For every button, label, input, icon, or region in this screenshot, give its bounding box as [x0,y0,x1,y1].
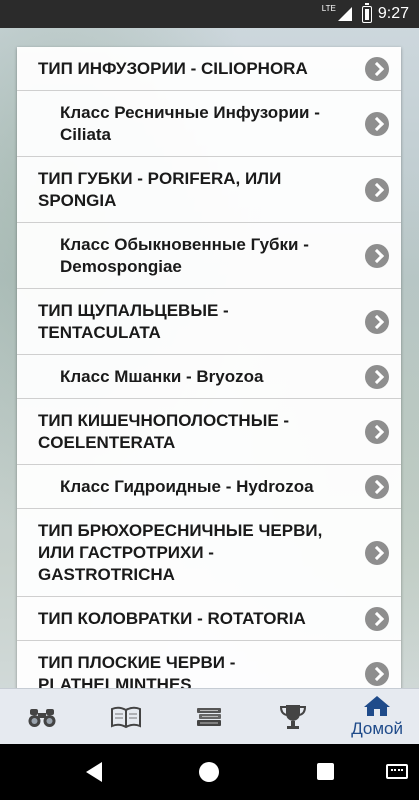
network-type: LTE [321,3,336,13]
list-item[interactable]: ТИП КОЛОВРАТКИ - ROTATORIA [17,597,401,641]
signal-icon [337,7,352,21]
chevron-right-icon [365,661,389,686]
list-item[interactable]: Класс Ресничные Инфузории - Ciliata [17,91,401,157]
list-item-label: Класс Обыкновенные Губки - Demospongiae [60,234,309,276]
tab-home[interactable]: Домой [335,689,419,745]
list-item[interactable]: ТИП ГУБКИ - PORIFERA, ИЛИ SPONGIA [17,157,401,223]
list-item[interactable]: Класс Гидроидные - Hydrozoa [17,465,401,509]
trophy-icon [280,705,307,729]
list-item[interactable]: ТИП ЩУПАЛЬЦЕВЫЕ - TENTACULATA [17,289,401,355]
list-item[interactable]: ТИП КИШЕЧНОПОЛОСТНЫЕ - COELENTERATA [17,399,401,465]
list-item-label: ТИП КИШЕЧНОПОЛОСТНЫЕ - COELENTERATA [38,410,290,452]
list-item-label: Класс Гидроидные - Hydrozoa [60,476,314,496]
books-stack-icon [197,708,222,726]
tab-binoculars[interactable] [0,689,84,745]
tab-trophy[interactable] [251,689,335,745]
home-icon [364,696,391,716]
list-item[interactable]: ТИП ИНФУЗОРИИ - CILIOPHORA [17,47,401,91]
battery-icon [361,2,372,23]
back-icon[interactable] [86,762,102,782]
chevron-right-icon [365,243,389,268]
chevron-right-icon [365,309,389,334]
tab-home-label: Домой [351,719,403,738]
chevron-right-icon [365,56,389,81]
list-item[interactable]: Класс Обыкновенные Губки - Demospongiae [17,223,401,289]
list-item-label: ТИП БРЮХОРЕСНИЧНЫЕ ЧЕРВИ, ИЛИ ГАСТРОТРИХ… [38,520,323,584]
chevron-right-icon [365,364,389,389]
tab-books[interactable] [168,689,252,745]
list-item[interactable]: Класс Мшанки - Bryozoa [17,355,401,399]
list-item-label: ТИП ГУБКИ - PORIFERA, ИЛИ SPONGIA [38,168,282,210]
open-book-icon [110,706,141,729]
list-item-label: Класс Ресничные Инфузории - Ciliata [60,102,320,144]
chevron-right-icon [365,540,389,565]
recent-apps-icon[interactable] [317,763,334,780]
chevron-right-icon [365,606,389,631]
list-item-label: ТИП ЩУПАЛЬЦЕВЫЕ - TENTACULATA [38,300,229,342]
chevron-right-icon [365,419,389,444]
tab-book[interactable] [84,689,168,745]
binoculars-icon [28,709,56,727]
keyboard-icon[interactable] [386,764,408,779]
home-button-icon[interactable] [199,762,219,782]
list-item-label: Класс Мшанки - Bryozoa [60,366,264,386]
list-item-label: ТИП КОЛОВРАТКИ - ROTATORIA [38,608,306,628]
chevron-right-icon [365,474,389,499]
chevron-right-icon [365,177,389,202]
list-item-label: ТИП ИНФУЗОРИИ - CILIOPHORA [38,58,308,78]
taxonomy-list: ТИП ИНФУЗОРИИ - CILIOPHORA Класс Ресничны… [17,47,401,707]
bottom-tab-bar: Домой [0,688,419,745]
list-item[interactable]: ТИП БРЮХОРЕСНИЧНЫЕ ЧЕРВИ, ИЛИ ГАСТРОТРИХ… [17,509,401,597]
system-nav-bar [0,744,419,800]
status-bar: LTE 9:27 [0,0,419,28]
status-time: 9:27 [377,5,409,22]
chevron-right-icon [365,111,389,136]
